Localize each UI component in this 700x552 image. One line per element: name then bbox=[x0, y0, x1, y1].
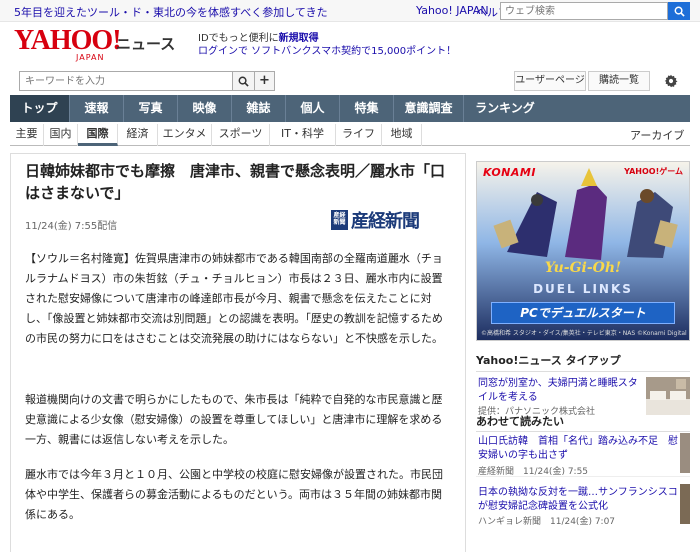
recommend-item-link[interactable]: 日本の執拗な反対を一蹴…サンフランシスコが慰安婦記念碑設置を公式化 bbox=[478, 486, 678, 514]
source-badge: 産経新聞 bbox=[331, 210, 348, 230]
recommend-heading: あわせて読みたい bbox=[476, 414, 690, 432]
subscription-list-button[interactable]: 購読一覧 bbox=[588, 71, 650, 91]
softbank-promo-link[interactable]: ログインで ソフトバンクスマホ契約で15,000ポイント！ bbox=[198, 42, 456, 57]
search-icon bbox=[674, 6, 685, 17]
article-paragraph: 報道機関向けの文書で明らかにしたもので、朱市長は「純粋で自発的な市民意識と歴史意… bbox=[25, 393, 443, 446]
tieup-thumbnail[interactable] bbox=[646, 377, 690, 415]
promo-link[interactable]: 5年目を迎えたツール・ド・東北の今を体感すべく参加してきた bbox=[14, 4, 328, 20]
main-nav-feature[interactable]: 特集 bbox=[340, 95, 394, 122]
add-keyword-button[interactable]: + bbox=[255, 71, 275, 91]
search-icon bbox=[238, 76, 249, 87]
article: 日韓姉妹都市でも摩擦 唐津市、親書で懸念表明／麗水市「口はさまないで」 11/2… bbox=[10, 153, 466, 552]
source-name: 産経新聞 bbox=[351, 211, 420, 232]
main-nav-photo[interactable]: 写真 bbox=[124, 95, 178, 122]
divider bbox=[476, 476, 690, 477]
category-tab-life[interactable]: ライフ bbox=[336, 124, 382, 146]
recommend-thumbnail[interactable] bbox=[680, 433, 690, 473]
keyword-search-button[interactable] bbox=[233, 71, 255, 91]
web-search-button[interactable] bbox=[668, 2, 690, 20]
main-nav-personal[interactable]: 個人 bbox=[286, 95, 340, 122]
article-date: 11/24(金) 7:55配信 bbox=[25, 221, 118, 232]
category-tab-main[interactable]: 主要 bbox=[10, 124, 44, 146]
category-tab-local[interactable]: 地域 bbox=[382, 124, 422, 146]
main-nav-magazine[interactable]: 雑誌 bbox=[232, 95, 286, 122]
news-section-label[interactable]: ニュース bbox=[116, 33, 175, 54]
bedroom-photo bbox=[646, 377, 690, 415]
main-nav-poll[interactable]: 意識調査 bbox=[394, 95, 464, 122]
article-paragraph: 麗水市では今年３月と１０月、公園と中学校の校庭に慰安婦像が設置された。市民団体や… bbox=[25, 468, 443, 521]
ad-credit: ©高橋和希 スタジオ・ダイス/集英社・テレビ東京・NAS ©Konami Dig… bbox=[481, 330, 689, 337]
category-tab-domestic[interactable]: 国内 bbox=[44, 124, 78, 146]
article-paragraph: 【ソウル＝名村隆寛】佐賀県唐津市の姉妹都市である韓国南部の全羅南道麗水（チョルラ… bbox=[25, 252, 443, 345]
category-tab-economy[interactable]: 経済 bbox=[118, 124, 158, 146]
settings-button[interactable] bbox=[653, 71, 689, 91]
tieup-heading: Yahoo!ニュース タイアップ bbox=[476, 352, 690, 372]
gear-icon bbox=[664, 74, 678, 88]
keyword-search-input[interactable] bbox=[19, 71, 233, 91]
source-logo[interactable]: 産経新聞 産経新聞 bbox=[331, 209, 420, 232]
ad-game-subtitle: DUEL LINKS bbox=[533, 282, 633, 296]
category-tab-international[interactable]: 国際 bbox=[78, 124, 118, 146]
main-nav: トップ 速報 写真 映像 雑誌 個人 特集 意識調査 ランキング bbox=[10, 95, 690, 122]
yahoo-logo-sub: JAPAN bbox=[76, 53, 105, 62]
konami-logo: KONAMI bbox=[483, 166, 536, 179]
category-tab-entertainment[interactable]: エンタメ bbox=[158, 124, 212, 146]
article-headline: 日韓姉妹都市でも摩擦 唐津市、親書で懸念表明／麗水市「口はさまないで」 bbox=[25, 162, 446, 202]
main-nav-breaking[interactable]: 速報 bbox=[70, 95, 124, 122]
main-nav-ranking[interactable]: ランキング bbox=[464, 95, 546, 122]
web-search-input[interactable] bbox=[500, 2, 668, 20]
game-ad-banner[interactable]: KONAMI YAHOO!ゲーム Yu-Gi-Oh! DUEL LINKS PC… bbox=[476, 161, 690, 341]
recommend-item-meta: ハンギョレ新聞 11/24(金) 7:07 bbox=[478, 517, 616, 527]
yahoo-logo[interactable]: YAHOO! bbox=[14, 27, 122, 55]
ad-game-title: Yu-Gi-Oh! bbox=[544, 260, 622, 276]
tieup-link[interactable]: 同窓が別室か、夫婦円満と睡眠スタイルを考える bbox=[478, 377, 638, 405]
category-tab-sports[interactable]: スポーツ bbox=[212, 124, 270, 146]
yahoo-game-logo: YAHOO!ゲーム bbox=[624, 167, 683, 176]
ad-cta-button[interactable]: PCでデュエルスタート bbox=[491, 302, 675, 324]
main-nav-video[interactable]: 映像 bbox=[178, 95, 232, 122]
top-bar: 5年目を迎えたツール・ド・東北の今を体感すべく参加してきた Yahoo! JAP… bbox=[0, 0, 700, 22]
category-nav: 主要 国内 国際 経済 エンタメ スポーツ IT・科学 ライフ 地域 アーカイブ bbox=[10, 124, 690, 146]
recommend-item-link[interactable]: 山口氏訪韓 首相「名代」踏み込み不足 慰安婦いの字も出さず bbox=[478, 435, 678, 463]
category-tab-it-science[interactable]: IT・科学 bbox=[270, 124, 336, 146]
main-nav-top[interactable]: トップ bbox=[10, 95, 70, 122]
recommend-thumbnail[interactable] bbox=[680, 484, 690, 524]
archive-link[interactable]: アーカイブ bbox=[630, 127, 684, 143]
user-page-button[interactable]: ユーザーページ bbox=[514, 71, 586, 91]
